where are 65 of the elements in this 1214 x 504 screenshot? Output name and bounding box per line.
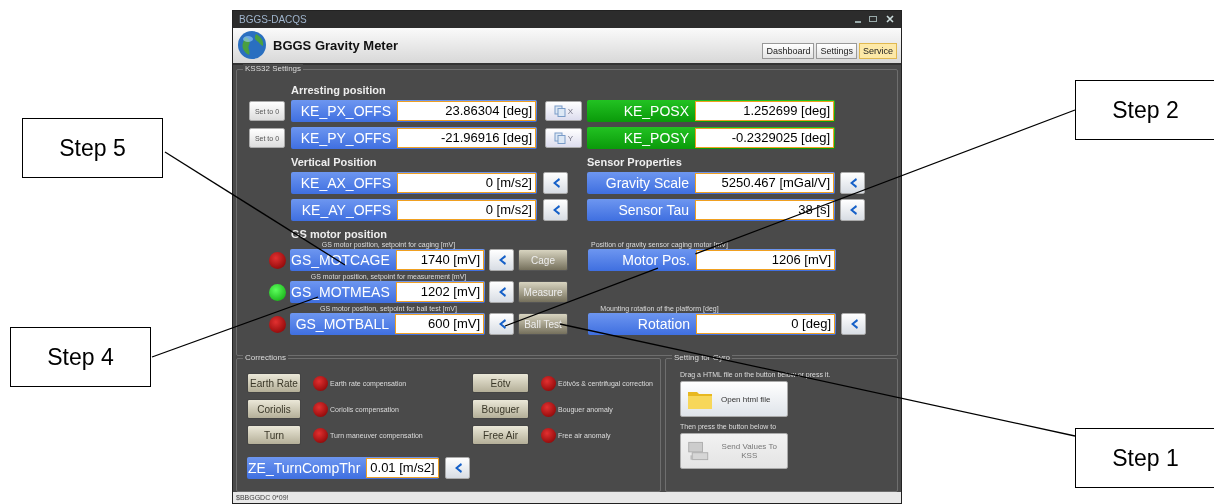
window-title: BGGS-DACQS: [239, 13, 307, 25]
open-file-button[interactable]: Open html file: [680, 381, 788, 418]
apply-button[interactable]: [489, 313, 514, 336]
copy-button[interactable]: X: [545, 101, 582, 122]
field-label: Rotation: [636, 315, 691, 335]
field-label: KE_PY_OFFS: [299, 129, 392, 149]
field-label: KE_POSX: [622, 102, 690, 122]
section-heading: Sensor Properties: [587, 156, 682, 169]
tab[interactable]: Service: [859, 43, 897, 60]
value-field[interactable]: 0 [deg]: [696, 314, 835, 335]
copy-button[interactable]: Y: [545, 128, 582, 149]
panel-title: Corrections: [243, 353, 288, 363]
apply-button[interactable]: [840, 172, 865, 195]
value-field[interactable]: 23.86304 [deg]: [397, 101, 536, 122]
correction-button[interactable]: Eötv: [472, 373, 529, 394]
field-label: GS_MOTMEAS: [291, 283, 391, 303]
section-heading: Arresting position: [291, 84, 386, 97]
apply-button[interactable]: [489, 281, 514, 304]
minimize-icon: [855, 21, 861, 24]
field-label: KE_PX_OFFS: [299, 102, 392, 122]
value-field[interactable]: 0 [m/s2]: [397, 200, 536, 221]
value-field[interactable]: -21.96916 [deg]: [397, 128, 536, 149]
field-label: KE_AX_OFFS: [299, 174, 392, 194]
apply-button[interactable]: [543, 172, 568, 195]
field-label: KE_AY_OFFS: [300, 201, 392, 221]
value-field[interactable]: 600 [mV]: [395, 314, 484, 335]
apply-button[interactable]: [841, 313, 866, 336]
callout-box: Step 2: [1075, 80, 1214, 140]
value-field[interactable]: 5250.467 [mGal/V]: [695, 173, 834, 194]
correction-button[interactable]: Turn: [247, 425, 301, 446]
copy-icon: [553, 132, 566, 145]
field-label: KE_POSY: [622, 129, 690, 149]
value-field[interactable]: 1740 [mV]: [395, 250, 484, 271]
apply-button[interactable]: [543, 199, 568, 222]
correction-button[interactable]: Earth Rate: [247, 373, 301, 394]
app-title: BGGS Gravity Meter: [273, 37, 398, 53]
tab[interactable]: Settings: [816, 43, 857, 60]
apply-button[interactable]: [840, 199, 865, 222]
field-label: Motor Pos.: [621, 251, 691, 271]
tab[interactable]: Dashboard: [762, 43, 815, 60]
apply-button[interactable]: [489, 249, 514, 272]
field-label: ZE_TurnCompThr: [248, 459, 362, 479]
section-heading: GS motor position: [291, 228, 387, 241]
close-icon: [885, 14, 895, 25]
section-heading: Vertical Position: [291, 156, 378, 169]
value-field[interactable]: 0.01 [m/s2]: [366, 458, 439, 479]
value-field[interactable]: 1202 [mV]: [395, 282, 484, 303]
value-field[interactable]: 0 [m/s2]: [397, 173, 536, 194]
globe-icon: [237, 30, 267, 61]
callout-box: Step 4: [10, 327, 151, 387]
field-label: GS_MOTBALL: [294, 315, 390, 335]
correction-button[interactable]: Bouguer: [472, 399, 529, 420]
panel-title: KSS32 Settings: [243, 64, 304, 74]
correction-button[interactable]: Free Air: [472, 425, 529, 446]
maximize-icon: [869, 16, 877, 23]
copy-icon: [553, 105, 566, 118]
callout-box: Step 1: [1075, 428, 1214, 488]
value-field[interactable]: 1206 [mV]: [696, 250, 835, 271]
field-label: Gravity Scale: [604, 174, 690, 194]
callout-box: Step 5: [22, 118, 163, 178]
value-field[interactable]: -0.2329025 [deg]: [695, 128, 834, 149]
value-field[interactable]: 1.252699 [deg]: [695, 101, 834, 122]
field-label: Sensor Tau: [617, 201, 690, 221]
correction-button[interactable]: Coriolis: [247, 399, 301, 420]
apply-button[interactable]: [445, 457, 470, 480]
